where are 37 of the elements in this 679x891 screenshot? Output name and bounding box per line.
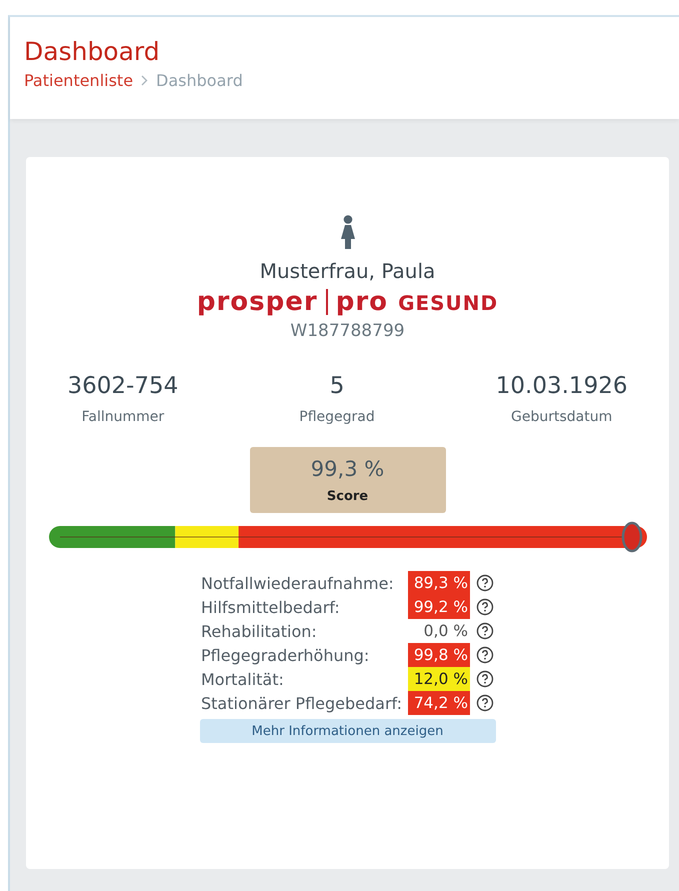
fact-value: 5: [330, 373, 344, 399]
help-icon[interactable]: [476, 646, 494, 664]
risk-label: Notfallwiederaufnahme:: [201, 574, 395, 592]
patient-name: Musterfrau, Paula: [260, 259, 436, 283]
risk-value: 89,3 %: [408, 571, 470, 595]
score-label: Score: [326, 488, 368, 504]
female-person-icon: [340, 215, 356, 249]
help-icon[interactable]: [476, 622, 494, 640]
breadcrumb-link[interactable]: Patientenliste: [24, 71, 134, 90]
risk-value: 99,8 %: [408, 643, 470, 667]
risk-label: Mortalität:: [201, 670, 285, 688]
fact-label: Fallnummer: [82, 409, 164, 425]
page-title: Dashboard: [24, 37, 161, 67]
risk-value: 74,2 %: [408, 691, 470, 715]
help-icon[interactable]: [476, 694, 494, 712]
chevron-icon: [141, 75, 148, 86]
help-icon[interactable]: [476, 598, 494, 616]
score-value: 99,3 %: [310, 456, 384, 480]
risk-label: Hilfsmittelbedarf:: [201, 598, 341, 616]
risk-label: Stationärer Pflegebedarf:: [201, 694, 403, 712]
fact-label: Geburtsdatum: [511, 409, 612, 425]
breadcrumb-current: Dashboard: [156, 71, 243, 90]
gauge-marker: [621, 522, 642, 552]
help-icon[interactable]: [476, 574, 494, 592]
risk-value: 99,2 %: [408, 595, 470, 619]
risk-label: Pflegegraderhöhung:: [201, 646, 370, 664]
fact-label: Pflegegrad: [299, 409, 375, 425]
more-info-button[interactable]: Mehr Informationen anzeigen: [200, 719, 496, 743]
brand-logo-text: prosper: [196, 287, 318, 317]
fact-value: 3602-754: [68, 373, 178, 399]
risk-value: 0,0 %: [422, 621, 469, 642]
fact-value: 10.03.1926: [496, 373, 628, 399]
risk-value: 12,0 %: [408, 667, 470, 691]
help-icon[interactable]: [476, 670, 494, 688]
risk-label: Rehabilitation:: [201, 622, 318, 640]
brand-logo-text: pro GESUND: [336, 287, 498, 317]
patient-id: W187788799: [290, 321, 405, 341]
